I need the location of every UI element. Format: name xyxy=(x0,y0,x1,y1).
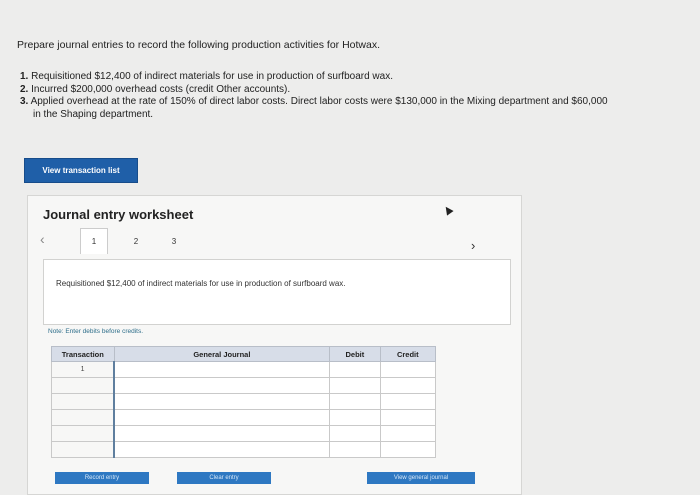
transaction-cell xyxy=(51,377,115,394)
activity-list: 1. Requisitioned $12,400 of indirect mat… xyxy=(20,71,690,121)
tab-2[interactable]: 2 xyxy=(122,228,150,254)
debit-input[interactable] xyxy=(329,409,381,426)
credit-input[interactable] xyxy=(379,361,437,378)
entry-note: Note: Enter debits before credits. xyxy=(48,328,144,335)
chevron-left-icon[interactable]: ‹ xyxy=(40,231,45,247)
chevron-right-icon[interactable]: › xyxy=(471,238,475,253)
problem-prompt: Prepare journal entries to record the fo… xyxy=(17,39,381,51)
credit-input[interactable] xyxy=(379,409,437,426)
view-general-journal-button[interactable]: View general journal xyxy=(367,472,475,484)
debit-input[interactable] xyxy=(329,361,381,378)
debit-input[interactable] xyxy=(329,377,381,394)
transaction-cell xyxy=(51,441,115,458)
tab-1[interactable]: 1 xyxy=(80,228,108,254)
debit-header: Debit xyxy=(329,346,381,362)
credit-input[interactable] xyxy=(379,377,437,394)
table-row: 1 xyxy=(51,361,437,378)
table-row xyxy=(51,425,437,442)
account-input[interactable] xyxy=(113,441,331,458)
table-row xyxy=(51,393,437,410)
transaction-description: Requisitioned $12,400 of indirect materi… xyxy=(43,259,511,325)
credit-input[interactable] xyxy=(379,393,437,410)
journal-entry-worksheet: Journal entry worksheet ‹ 1 2 3 Requisit… xyxy=(27,195,522,495)
activity-item: 2. Incurred $200,000 overhead costs (cre… xyxy=(20,83,291,95)
account-input[interactable] xyxy=(113,393,331,410)
account-input[interactable] xyxy=(113,377,331,394)
worksheet-tabs: ‹ 1 2 3 xyxy=(40,228,200,254)
debit-input[interactable] xyxy=(329,393,381,410)
transaction-header: Transaction xyxy=(51,346,115,362)
credit-header: Credit xyxy=(379,346,437,362)
account-input[interactable] xyxy=(113,409,331,426)
record-entry-button[interactable]: Record entry xyxy=(55,472,149,484)
table-row xyxy=(51,409,437,426)
general-journal-header: General Journal xyxy=(113,346,331,362)
transaction-cell xyxy=(51,409,115,426)
journal-table: Transaction General Journal Debit Credit… xyxy=(51,346,437,458)
transaction-cell xyxy=(51,425,115,442)
account-input[interactable] xyxy=(113,361,331,378)
table-row xyxy=(51,441,437,458)
credit-input[interactable] xyxy=(379,441,437,458)
credit-input[interactable] xyxy=(379,425,437,442)
account-input[interactable] xyxy=(113,425,331,442)
transaction-cell: 1 xyxy=(51,361,115,378)
table-row xyxy=(51,377,437,394)
activity-item: 3. Applied overhead at the rate of 150% … xyxy=(20,96,608,120)
activity-item: 1. Requisitioned $12,400 of indirect mat… xyxy=(20,71,393,82)
transaction-cell xyxy=(51,393,115,410)
clear-entry-button[interactable]: Clear entry xyxy=(177,472,271,484)
debit-input[interactable] xyxy=(329,425,381,442)
worksheet-title: Journal entry worksheet xyxy=(43,207,194,222)
tab-3[interactable]: 3 xyxy=(160,228,188,254)
debit-input[interactable] xyxy=(329,441,381,458)
view-transaction-list-button[interactable]: View transaction list xyxy=(24,158,138,183)
